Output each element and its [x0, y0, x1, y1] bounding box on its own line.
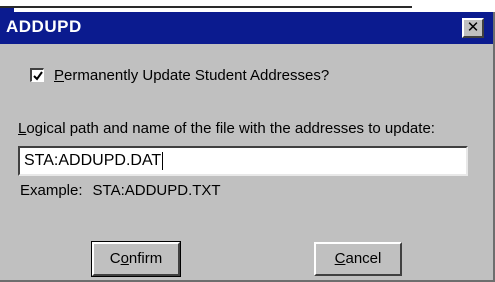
- path-field-label: Logical path and name of the file with t…: [18, 120, 435, 137]
- close-icon: ✕: [466, 19, 480, 36]
- dialog-window: ADDUPD ✕ Permanently Update Student Addr…: [0, 12, 495, 282]
- example-label: Example:: [20, 182, 83, 199]
- cancel-button[interactable]: Cancel: [314, 242, 402, 276]
- close-button[interactable]: ✕: [462, 18, 484, 38]
- permanent-update-label: Permanently Update Student Addresses?: [54, 66, 330, 84]
- text-caret: [162, 152, 164, 170]
- permanent-update-option[interactable]: Permanently Update Student Addresses?: [30, 64, 329, 86]
- window-title: ADDUPD: [6, 17, 82, 36]
- example-hint: Example: STA:ADDUPD.TXT: [20, 182, 221, 199]
- title-bar[interactable]: ADDUPD ✕: [0, 12, 493, 44]
- background-strip: [0, 0, 495, 10]
- file-path-value: STA:ADDUPD.DAT: [24, 152, 162, 169]
- checkmark-icon: [33, 71, 43, 81]
- permanent-update-checkbox[interactable]: [30, 68, 44, 82]
- file-path-input[interactable]: STA:ADDUPD.DAT: [18, 146, 468, 176]
- example-value: STA:ADDUPD.TXT: [92, 182, 221, 199]
- background-divider: [0, 6, 412, 8]
- confirm-button[interactable]: Confirm: [91, 241, 181, 277]
